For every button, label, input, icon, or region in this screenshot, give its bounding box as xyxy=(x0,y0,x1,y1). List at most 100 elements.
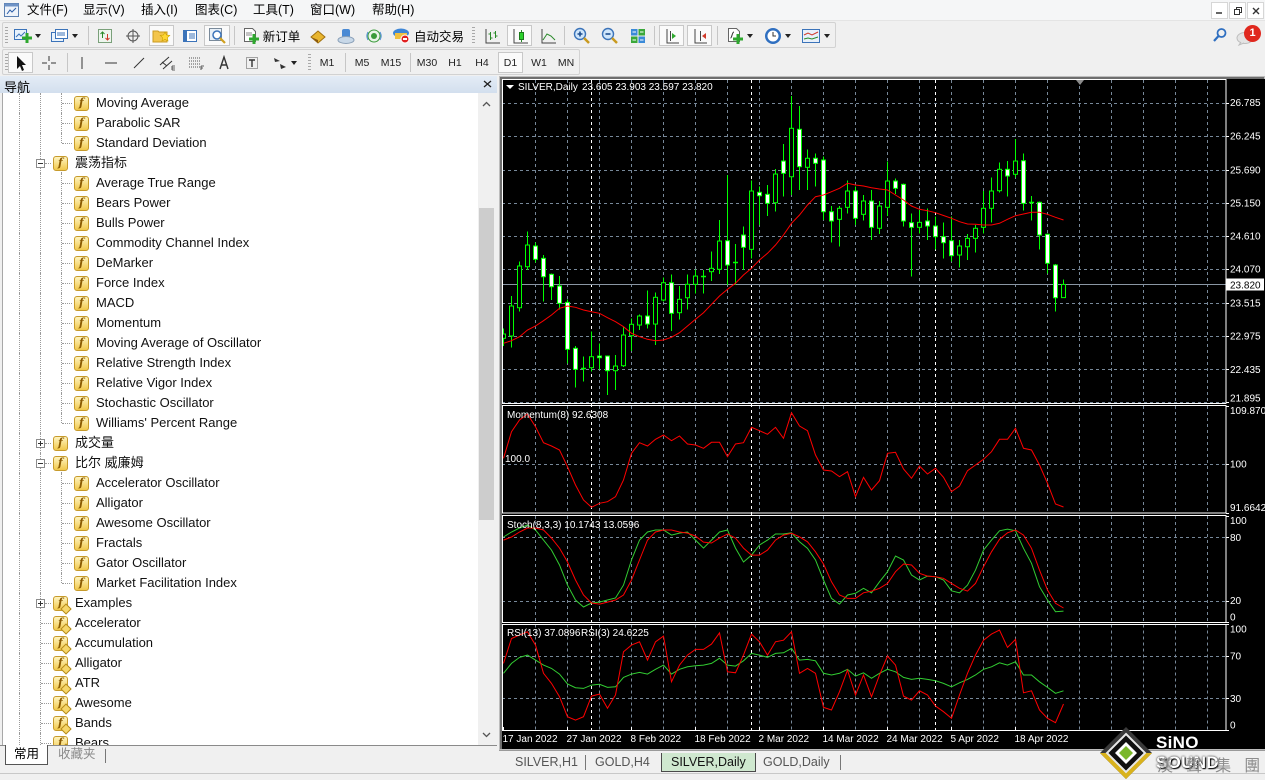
navigator-item[interactable]: 比尔 威廉姆 xyxy=(3,453,478,473)
indicators-button[interactable] xyxy=(723,25,755,46)
navigator-item[interactable]: ATR xyxy=(3,673,478,693)
app-icon[interactable] xyxy=(4,3,19,17)
menu-window[interactable]: 窗口(W) xyxy=(310,3,355,18)
toolbar-grip[interactable] xyxy=(308,54,311,71)
navigator-item[interactable]: Accumulation xyxy=(3,633,478,653)
menu-charts[interactable]: 图表(C) xyxy=(195,3,237,18)
chart-tab-silver-daily[interactable]: SILVER,Daily xyxy=(661,753,756,772)
search-icon[interactable] xyxy=(1212,27,1228,43)
navigator-item[interactable]: DeMarker xyxy=(3,253,478,273)
navigator-item[interactable]: 震荡指标 xyxy=(3,153,478,173)
timeframe-h1[interactable]: H1 xyxy=(444,52,466,73)
expand-toggle-icon[interactable] xyxy=(36,439,45,448)
navigator-item[interactable]: Awesome xyxy=(3,693,478,713)
candlestick-chart-button[interactable] xyxy=(507,25,532,46)
navigator-item[interactable]: Relative Strength Index xyxy=(3,353,478,373)
tab-favorites[interactable]: 收藏夹 xyxy=(50,745,104,765)
navigator-item[interactable]: Stochastic Oscillator xyxy=(3,393,478,413)
timeframe-w1[interactable]: W1 xyxy=(527,52,551,73)
timeframe-m1[interactable]: M1 xyxy=(316,52,338,73)
navigator-item[interactable]: Awesome Oscillator xyxy=(3,513,478,533)
horizontal-line-button[interactable] xyxy=(100,52,122,73)
scroll-down-button[interactable] xyxy=(478,726,495,743)
zoom-in-button[interactable] xyxy=(571,25,593,46)
menu-view[interactable]: 显示(V) xyxy=(83,3,125,18)
timeframe-m15[interactable]: M15 xyxy=(378,52,404,73)
chart-tab-silver-h1[interactable]: SILVER,H1 xyxy=(515,753,578,772)
toolbar-grip[interactable] xyxy=(472,27,475,44)
navigator-item[interactable]: Force Index xyxy=(3,273,478,293)
navigator-item[interactable]: Bears Power xyxy=(3,193,478,213)
dropdown-arrow-icon[interactable] xyxy=(290,60,297,65)
navigator-item[interactable]: Alligator xyxy=(3,493,478,513)
signals-button[interactable] xyxy=(335,25,357,46)
navigator-item[interactable]: Average True Range xyxy=(3,173,478,193)
navigator-item[interactable]: Fractals xyxy=(3,533,478,553)
templates-button[interactable] xyxy=(798,25,833,46)
profiles-button[interactable] xyxy=(48,25,80,46)
close-button[interactable] xyxy=(1247,2,1264,19)
notifications-button[interactable]: 1 xyxy=(1236,25,1264,47)
tile-windows-button[interactable] xyxy=(627,25,649,46)
tab-common[interactable]: 常用 xyxy=(5,745,49,765)
timeframe-m5[interactable]: M5 xyxy=(351,52,373,73)
chart-tab-gold-h4[interactable]: GOLD,H4 xyxy=(595,753,650,772)
silver-daily-chart[interactable]: 26.785 26.245 25.690 25.150 24.610 24.070 23.5… xyxy=(502,79,1265,749)
navigator-item[interactable]: Market Facilitation Index xyxy=(3,573,478,593)
arrows-button[interactable] xyxy=(267,52,301,73)
crosshair-tool-button[interactable] xyxy=(38,52,60,73)
metaeditor-button[interactable] xyxy=(307,25,329,46)
navigator-item[interactable]: Accelerator Oscillator xyxy=(3,473,478,493)
new-order-button[interactable]: 新订单 xyxy=(240,25,302,46)
autotrading-button[interactable]: 自动交易 xyxy=(390,25,466,46)
navigator-scrollbar[interactable] xyxy=(478,93,495,745)
timeframe-m30[interactable]: M30 xyxy=(414,52,440,73)
menu-insert[interactable]: 插入(I) xyxy=(141,3,178,18)
navigator-item[interactable]: Momentum xyxy=(3,313,478,333)
chart-tab-gold-daily[interactable]: GOLD,Daily xyxy=(763,753,830,772)
restore-button[interactable] xyxy=(1229,2,1246,19)
timeframe-mn[interactable]: MN xyxy=(554,52,578,73)
navigator-item[interactable]: Bears xyxy=(3,733,478,745)
auto-scroll-button[interactable] xyxy=(659,25,684,46)
dropdown-arrow-icon[interactable] xyxy=(72,33,78,38)
menu-tools[interactable]: 工具(T) xyxy=(253,3,294,18)
timeframe-d1[interactable]: D1 xyxy=(498,52,523,73)
navigator-item[interactable]: Moving Average of Oscillator xyxy=(3,333,478,353)
strategy-tester-button[interactable] xyxy=(204,25,230,46)
navigator-item[interactable]: Accelerator xyxy=(3,613,478,633)
navigator-item[interactable]: Standard Deviation xyxy=(3,133,478,153)
navigator-item[interactable]: Bands xyxy=(3,713,478,733)
navigator-item[interactable]: Gator Oscillator xyxy=(3,553,478,573)
chart-shift-button[interactable] xyxy=(687,25,712,46)
text-tool-button[interactable] xyxy=(213,52,235,73)
dropdown-arrow-icon[interactable] xyxy=(784,33,791,38)
navigator-item[interactable]: Alligator xyxy=(3,653,478,673)
menu-file[interactable]: 文件(F) xyxy=(27,3,68,18)
navigator-item[interactable]: Bulls Power xyxy=(3,213,478,233)
fibonacci-button[interactable] xyxy=(184,52,208,73)
text-label-button[interactable] xyxy=(241,52,263,73)
market-watch-button[interactable] xyxy=(94,25,116,46)
scroll-up-button[interactable] xyxy=(478,95,495,112)
navigator-item[interactable]: Examples xyxy=(3,593,478,613)
data-window-button[interactable] xyxy=(122,25,144,46)
dropdown-arrow-icon[interactable] xyxy=(746,33,753,38)
navigator-item[interactable]: MACD xyxy=(3,293,478,313)
zoom-out-button[interactable] xyxy=(599,25,621,46)
equidistant-channel-button[interactable] xyxy=(156,52,180,73)
menu-help[interactable]: 帮助(H) xyxy=(372,3,414,18)
navigator-item[interactable]: Relative Vigor Index xyxy=(3,373,478,393)
cursor-tool-button[interactable] xyxy=(8,52,33,73)
collapse-toggle-icon[interactable] xyxy=(36,459,45,468)
close-icon[interactable] xyxy=(482,78,494,90)
expand-toggle-icon[interactable] xyxy=(36,599,45,608)
trendline-button[interactable] xyxy=(128,52,150,73)
scroll-thumb[interactable] xyxy=(479,208,494,520)
terminal-button[interactable] xyxy=(179,25,201,46)
navigator-item[interactable]: 成交量 xyxy=(3,433,478,453)
dropdown-arrow-icon[interactable] xyxy=(35,33,41,38)
toolbar-grip[interactable] xyxy=(5,27,8,44)
minimize-button[interactable] xyxy=(1211,2,1228,19)
periodicity-button[interactable] xyxy=(761,25,793,46)
